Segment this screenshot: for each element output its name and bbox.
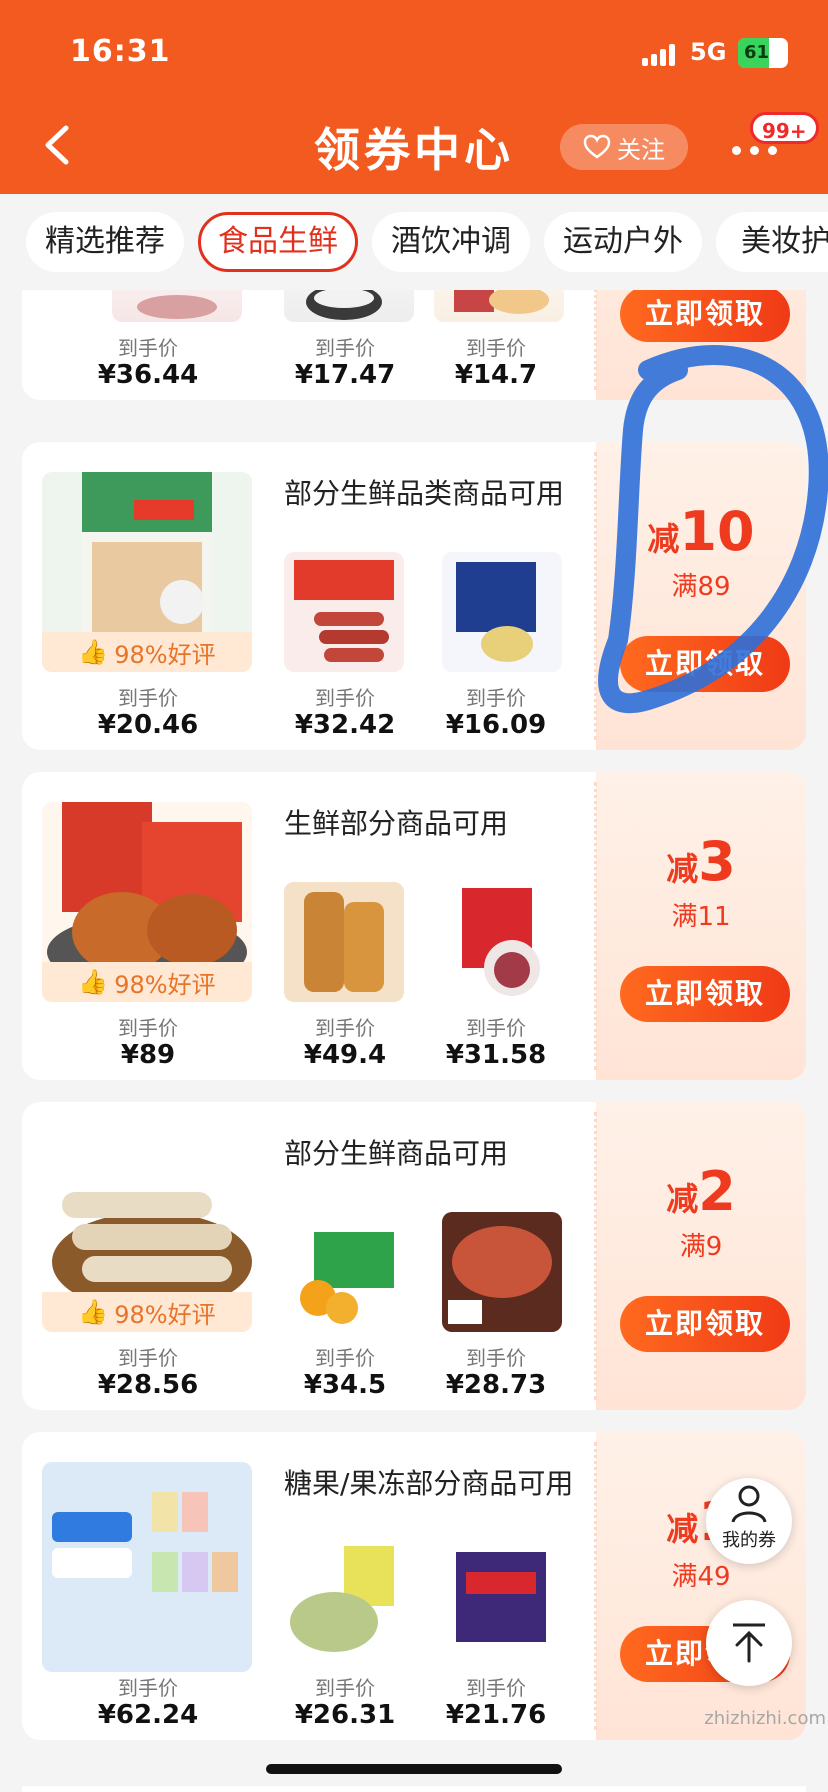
category-tabs: 精选推荐 食品生鲜 酒饮冲调 运动户外 美妆护肤	[0, 194, 828, 290]
product-image[interactable]	[42, 1462, 252, 1672]
product-price: ¥49.4	[303, 1040, 387, 1070]
coupon-card: 部分生鲜商品可用 👍 98%好评 到手价 ¥28.56 到手价 ¥34.5 到手…	[22, 1102, 806, 1410]
product-image[interactable]	[284, 552, 404, 672]
price-label: 到手价	[315, 1016, 375, 1040]
product-price: ¥31.58	[445, 1040, 547, 1070]
coupon-title: 部分生鲜品类商品可用	[284, 477, 565, 510]
product-price: ¥89	[120, 1040, 176, 1070]
my-coupons-label: 我的券	[722, 1530, 776, 1551]
price-label: 到手价	[315, 686, 375, 710]
rating-badge: 👍 98%好评	[42, 962, 252, 1002]
claim-button[interactable]: 立即领取	[620, 636, 790, 692]
price-label: 到手价	[118, 336, 178, 360]
product-price: ¥32.42	[294, 710, 396, 740]
price-label: 到手价	[466, 1016, 526, 1040]
product-price: ¥16.09	[445, 710, 547, 740]
next-card-peek	[22, 1786, 806, 1792]
product-image[interactable]	[442, 552, 562, 672]
tab-beauty[interactable]: 美妆护肤	[716, 212, 828, 272]
claim-button[interactable]: 立即领取	[620, 966, 790, 1022]
signal-icon	[642, 44, 682, 66]
product-image[interactable]	[442, 1542, 562, 1662]
product-price: ¥14.7	[454, 360, 538, 390]
discount-amount: 减2	[666, 1160, 736, 1223]
discount-threshold: 满11	[671, 902, 731, 932]
price-label: 到手价	[118, 1346, 178, 1370]
product-price: ¥36.44	[97, 360, 199, 390]
product-price: ¥28.56	[97, 1370, 199, 1400]
product-price: ¥20.46	[97, 710, 199, 740]
network-label: 5G	[690, 38, 727, 66]
coupon-card: 到手价 ¥36.44 到手价 ¥17.47 到手价 ¥14.7 立即领取	[22, 290, 806, 400]
price-label: 到手价	[118, 1676, 178, 1700]
discount-amount: 减10	[647, 500, 755, 563]
product-price: ¥17.47	[294, 360, 396, 390]
watermark: zhizhizhi.com	[704, 1708, 826, 1729]
message-badge: 99+	[750, 112, 819, 144]
status-bar: 16:31 5G 61	[0, 0, 828, 96]
tab-drinks[interactable]: 酒饮冲调	[372, 212, 530, 272]
price-label: 到手价	[466, 336, 526, 360]
coupon-title: 生鲜部分商品可用	[284, 807, 509, 840]
product-image[interactable]	[284, 1212, 404, 1332]
claim-button[interactable]: 立即领取	[620, 290, 790, 342]
price-label: 到手价	[315, 336, 375, 360]
rating-text: 98%好评	[114, 970, 216, 999]
nav-bar: 领券中心 关注 99+	[0, 100, 828, 194]
rating-text: 98%好评	[114, 1300, 216, 1329]
coupon-card: 部分生鲜品类商品可用 👍 98%好评 到手价 ¥20.46 到手价 ¥32.42…	[22, 442, 806, 750]
battery-icon: 61	[738, 38, 788, 68]
rating-badge: 👍 98%好评	[42, 632, 252, 672]
product-price: ¥62.24	[97, 1700, 199, 1730]
thumbs-up-icon: 👍	[78, 638, 109, 666]
price-label: 到手价	[466, 686, 526, 710]
home-indicator[interactable]	[266, 1764, 562, 1774]
product-price: ¥21.76	[445, 1700, 547, 1730]
product-image[interactable]	[284, 1542, 404, 1662]
thumbs-up-icon: 👍	[78, 1298, 109, 1326]
discount-threshold: 满9	[679, 1232, 723, 1262]
product-price: ¥34.5	[303, 1370, 387, 1400]
tab-recommended[interactable]: 精选推荐	[26, 212, 184, 272]
discount-threshold: 满49	[671, 1562, 731, 1592]
product-image[interactable]	[284, 290, 414, 322]
price-label: 到手价	[118, 686, 178, 710]
thumbs-up-icon: 👍	[78, 968, 109, 996]
user-icon	[731, 1485, 767, 1523]
product-price: ¥28.73	[445, 1370, 547, 1400]
coupon-title: 糖果/果冻部分商品可用	[284, 1467, 574, 1500]
arrow-up-icon	[733, 1623, 765, 1663]
price-label: 到手价	[315, 1676, 375, 1700]
heart-plus-icon	[583, 134, 611, 159]
tab-food-fresh[interactable]: 食品生鲜	[198, 212, 358, 272]
product-image[interactable]	[112, 290, 242, 322]
product-image[interactable]	[434, 290, 564, 322]
product-image[interactable]	[442, 882, 562, 1002]
page-title: 领券中心	[314, 123, 514, 177]
back-to-top-button[interactable]	[706, 1600, 792, 1686]
coupon-title: 部分生鲜商品可用	[284, 1137, 509, 1170]
price-label: 到手价	[315, 1346, 375, 1370]
product-image[interactable]	[442, 1212, 562, 1332]
price-label: 到手价	[466, 1346, 526, 1370]
app-header: 16:31 5G 61 领券中心 关注 99+	[0, 0, 828, 194]
battery-level: 61	[744, 42, 770, 63]
coupon-card: 生鲜部分商品可用 👍 98%好评 到手价 ¥89 到手价 ¥49.4 到手价 ¥…	[22, 772, 806, 1080]
follow-label: 关注	[617, 135, 665, 164]
discount-amount: 减3	[666, 830, 736, 893]
coupon-list: 到手价 ¥36.44 到手价 ¥17.47 到手价 ¥14.7 立即领取 部分生…	[0, 290, 828, 1792]
product-price: ¥26.31	[294, 1700, 396, 1730]
tab-sports[interactable]: 运动户外	[544, 212, 702, 272]
rating-badge: 👍 98%好评	[42, 1292, 252, 1332]
follow-button[interactable]: 关注	[560, 124, 688, 170]
status-time: 16:31	[70, 34, 171, 69]
discount-threshold: 满89	[671, 572, 731, 602]
rating-text: 98%好评	[114, 640, 216, 669]
claim-button[interactable]: 立即领取	[620, 1296, 790, 1352]
price-label: 到手价	[466, 1676, 526, 1700]
product-image[interactable]	[284, 882, 404, 1002]
price-label: 到手价	[118, 1016, 178, 1040]
my-coupons-button[interactable]: 我的券	[706, 1478, 792, 1564]
coupon-card: 糖果/果冻部分商品可用 到手价 ¥62.24 到手价 ¥26.31 到手价 ¥2…	[22, 1432, 806, 1740]
